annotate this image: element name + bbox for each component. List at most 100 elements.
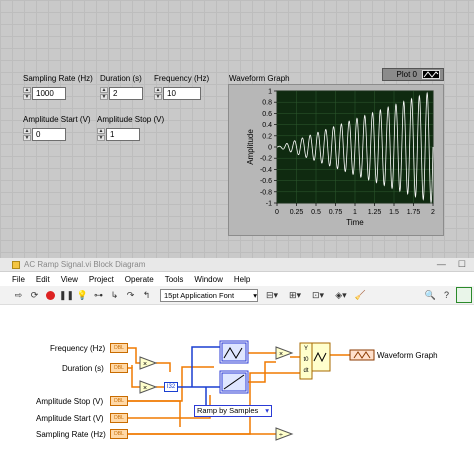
x-tick-label: 1: [353, 209, 357, 216]
to-i32-node[interactable]: I32: [164, 382, 178, 392]
pause-icon[interactable]: ❚❚: [59, 289, 74, 302]
decrement-arrow-icon[interactable]: ▼: [100, 94, 108, 100]
chevron-down-icon: ▾: [265, 406, 269, 415]
font-select-value: 15pt Application Font: [164, 290, 235, 300]
x-tick-label: 0.25: [290, 209, 304, 216]
increment-arrow-icon[interactable]: ▲: [100, 87, 108, 93]
chevron-down-icon: ▾: [253, 290, 257, 300]
frequency-terminal-label: Frequency (Hz): [50, 344, 106, 353]
x-tick-label: 0.75: [329, 209, 343, 216]
amplitude-start-terminal[interactable]: DBL: [110, 413, 128, 423]
font-select[interactable]: 15pt Application Font ▾: [160, 288, 258, 302]
sampling-rate-terminal[interactable]: DBL: [110, 429, 128, 439]
increment-arrow-icon[interactable]: ▲: [154, 87, 162, 93]
distribute-objects-icon[interactable]: ⊞▾: [285, 289, 305, 302]
menu-edit[interactable]: Edit: [36, 275, 50, 284]
waveform-graph-svg: 10.80.60.40.20-0.2-0.4-0.6-0.8-10 0.25 0.5…: [246, 89, 435, 228]
amplitude-stop-label: Amplitude Stop (V): [97, 115, 165, 124]
plot-legend-label: Plot 0: [396, 70, 417, 79]
maximize-icon[interactable]: ☐: [458, 259, 466, 270]
step-out-icon[interactable]: ↰: [140, 289, 153, 302]
decrement-arrow-icon[interactable]: ▼: [23, 135, 31, 141]
increment-arrow-icon[interactable]: ▲: [23, 87, 31, 93]
amplitude-stop-terminal[interactable]: DBL: [110, 396, 128, 406]
step-over-icon[interactable]: ↷: [124, 289, 137, 302]
frequency-spinner[interactable]: ▲ ▼: [154, 87, 162, 100]
decrement-arrow-icon[interactable]: ▼: [97, 135, 105, 141]
run-arrow-icon[interactable]: ⇨: [12, 289, 25, 302]
y-tick-label: 0.6: [262, 111, 272, 118]
retain-wire-values-icon[interactable]: ⊶: [92, 289, 105, 302]
decrement-arrow-icon[interactable]: ▼: [154, 94, 162, 100]
cleanup-diagram-icon[interactable]: 🧹: [354, 289, 367, 302]
y-tick-label: -0.8: [260, 189, 272, 196]
abort-icon[interactable]: [44, 289, 57, 302]
menu-help[interactable]: Help: [234, 275, 250, 284]
sampling-rate-spinner[interactable]: ▲ ▼: [23, 87, 31, 100]
amplitude-stop-terminal-label: Amplitude Stop (V): [36, 397, 104, 406]
build-waveform-node[interactable]: Y t0 dt: [301, 344, 311, 377]
amplitude-start-terminal-label: Amplitude Start (V): [36, 414, 104, 423]
build-input-t0: t0: [303, 357, 309, 363]
block-diagram-canvas: × × × ÷ Frequency (Hz) Duration (s) Ampl…: [0, 307, 474, 462]
menu-view[interactable]: View: [61, 275, 78, 284]
y-tick-label: 0.4: [262, 122, 272, 129]
svg-text:÷: ÷: [279, 432, 283, 439]
x-tick-label: 2: [431, 209, 435, 216]
reorder-icon[interactable]: ◈▾: [331, 289, 351, 302]
window-titlebar: AC Ramp Signal.vi Block Diagram — ☐: [0, 258, 474, 272]
plot-swatch-icon[interactable]: [422, 70, 440, 79]
minimize-icon[interactable]: —: [437, 259, 446, 270]
frequency-input[interactable]: 10: [163, 87, 201, 100]
decrement-arrow-icon[interactable]: ▼: [23, 94, 31, 100]
frequency-terminal[interactable]: DBL: [110, 343, 128, 353]
duration-spinner[interactable]: ▲ ▼: [100, 87, 108, 100]
svg-text:×: ×: [279, 351, 283, 358]
vi-connector-icon[interactable]: [456, 287, 472, 303]
build-input-dt: dt: [303, 368, 309, 374]
search-icon[interactable]: 🔍: [424, 289, 437, 302]
increment-arrow-icon[interactable]: ▲: [23, 128, 31, 134]
amplitude-stop-spinner[interactable]: ▲ ▼: [97, 128, 105, 141]
amplitude-start-input[interactable]: 0: [32, 128, 66, 141]
menu-file[interactable]: File: [12, 275, 25, 284]
ramp-mode-select[interactable]: Ramp by Samples ▾: [194, 405, 272, 417]
y-tick-label: 0.8: [262, 100, 272, 107]
x-tick-label: 0.5: [311, 209, 321, 216]
menu-operate[interactable]: Operate: [125, 275, 154, 284]
align-objects-icon[interactable]: ⊟▾: [262, 289, 282, 302]
x-tick-label: 0: [275, 209, 279, 216]
sampling-rate-control: ▲ ▼ 1000: [23, 87, 66, 100]
menu-window[interactable]: Window: [194, 275, 222, 284]
step-into-icon[interactable]: ↳: [108, 289, 121, 302]
waveform-graph: 1 0.8 0.6 0.4 0.2 0 -0.2 -0.4 -0.6 -0.8 -1 0 0.25 0.5…: [228, 84, 444, 236]
duration-input[interactable]: 2: [109, 87, 143, 100]
amplitude-start-label: Amplitude Start (V): [23, 115, 91, 124]
y-tick-label: -1: [266, 201, 272, 208]
toolbar: ⇨ ⟳ ❚❚ 💡 ⊶ ↳ ↷ ↰ 15pt Application Font ▾…: [0, 286, 474, 305]
menu-tools[interactable]: Tools: [165, 275, 184, 284]
amplitude-start-control: ▲ ▼ 0: [23, 128, 66, 141]
y-tick-label: 0.2: [262, 133, 272, 140]
x-tick-label: 1.75: [407, 209, 421, 216]
highlight-execution-icon[interactable]: 💡: [76, 289, 89, 302]
plot-legend[interactable]: Plot 0: [382, 68, 444, 81]
y-tick-label: -0.6: [260, 178, 272, 185]
duration-label: Duration (s): [100, 74, 142, 83]
frequency-label: Frequency (Hz): [154, 74, 210, 83]
amplitude-stop-input[interactable]: 1: [106, 128, 140, 141]
run-continuously-icon[interactable]: ⟳: [28, 289, 41, 302]
menu-project[interactable]: Project: [89, 275, 114, 284]
build-input-y: Y: [303, 346, 308, 352]
menu-bar: File Edit View Project Operate Tools Win…: [0, 272, 474, 286]
frequency-control: ▲ ▼ 10: [154, 87, 201, 100]
resize-objects-icon[interactable]: ⊡▾: [308, 289, 328, 302]
y-tick-label: -0.2: [260, 156, 272, 163]
increment-arrow-icon[interactable]: ▲: [97, 128, 105, 134]
help-icon[interactable]: ?: [440, 289, 453, 302]
x-axis-label: Time: [346, 218, 364, 227]
front-panel: Sampling Rate (Hz) ▲ ▼ 1000 Duration (s) …: [0, 0, 474, 258]
sampling-rate-input[interactable]: 1000: [32, 87, 66, 100]
amplitude-start-spinner[interactable]: ▲ ▼: [23, 128, 31, 141]
duration-terminal[interactable]: DBL: [110, 363, 128, 373]
